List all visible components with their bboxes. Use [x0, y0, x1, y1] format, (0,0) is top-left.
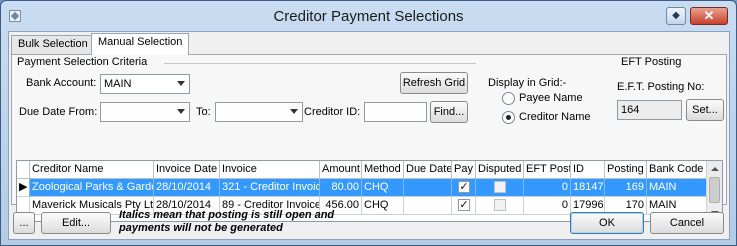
disputed-checkbox[interactable]	[494, 199, 506, 211]
cell-creditor-name[interactable]: Zoological Parks & Gardens	[30, 179, 154, 197]
eft-posting-no-field: 164	[617, 100, 682, 120]
column-header-invoice-date[interactable]: Invoice Date	[154, 161, 220, 179]
scroll-thumb[interactable]	[709, 177, 720, 203]
cell-disputed[interactable]	[476, 197, 524, 215]
due-date-to-picker[interactable]	[215, 102, 303, 122]
cell-eft-post[interactable]: 0	[524, 197, 571, 215]
edit-button[interactable]: Edit...	[41, 212, 111, 234]
bank-account-select[interactable]: MAIN	[100, 74, 190, 94]
more-options-button[interactable]: ...	[13, 212, 35, 234]
find-button[interactable]: Find...	[430, 101, 468, 123]
window-title: Creditor Payment Selections	[273, 8, 464, 25]
tab-manual-selection[interactable]: Manual Selection	[91, 33, 190, 55]
column-header-posting[interactable]: Posting	[605, 161, 647, 179]
cell-disputed[interactable]	[476, 179, 524, 197]
close-button[interactable]: ✕	[690, 7, 728, 25]
cell-id[interactable]: 18147	[571, 179, 605, 197]
pay-checkbox[interactable]: ✓	[458, 199, 470, 211]
cell-method[interactable]: CHQ	[362, 179, 404, 197]
due-date-from-label: Due Date From:	[19, 106, 98, 118]
italics-note-line-2: payments will not be generated	[119, 222, 283, 234]
tab-bulk-selection[interactable]: Bulk Selection	[11, 35, 95, 54]
creditor-name-label[interactable]: Creditor Name	[519, 111, 591, 123]
column-header-eft-post[interactable]: EFT Post	[524, 161, 571, 179]
criteria-group-label: Payment Selection Criteria	[17, 56, 148, 68]
chevron-down-icon	[177, 81, 185, 86]
chevron-down-icon	[177, 109, 185, 114]
column-header-amount[interactable]: Amount	[320, 161, 362, 179]
cell-invoice[interactable]: 321 - Creditor Invoice	[220, 179, 320, 197]
cell-posting[interactable]: 169	[605, 179, 647, 197]
title-bar[interactable]: Creditor Payment Selections ◆ ✕	[1, 1, 736, 31]
eft-group-label: EFT Posting	[621, 56, 682, 68]
set-eft-posting-button[interactable]: Set...	[686, 99, 724, 121]
payee-name-label[interactable]: Payee Name	[519, 92, 583, 104]
cell-due-date[interactable]	[404, 179, 452, 197]
restore-button[interactable]: ◆	[666, 7, 686, 25]
cancel-button[interactable]: Cancel	[650, 212, 724, 234]
table-row[interactable]: ▶ Zoological Parks & Gardens 28/10/2014 …	[17, 179, 707, 197]
manual-selection-panel: Payment Selection Criteria Bank Account:…	[11, 54, 727, 222]
column-header-pay[interactable]: Pay	[452, 161, 476, 179]
ok-button[interactable]: OK	[570, 212, 644, 234]
italics-note: Italics mean that posting is still open …	[119, 209, 334, 235]
bank-account-label: Bank Account:	[26, 77, 97, 89]
cell-method[interactable]: CHQ	[362, 197, 404, 215]
current-row-indicator-icon: ▶	[17, 179, 30, 197]
column-header-disputed[interactable]: Disputed	[476, 161, 524, 179]
column-header-bank-code[interactable]: Bank Code	[647, 161, 707, 179]
due-date-from-picker[interactable]	[100, 102, 190, 122]
display-in-grid-label: Display in Grid:-	[488, 77, 567, 89]
eft-posting-no-label: E.F.T. Posting No:	[617, 81, 705, 93]
column-header-due-date[interactable]: Due Date	[404, 161, 452, 179]
dialog-window: Creditor Payment Selections ◆ ✕ Bulk Sel…	[0, 0, 737, 246]
creditor-id-input[interactable]	[364, 102, 427, 122]
refresh-grid-button[interactable]: Refresh Grid	[400, 72, 468, 94]
disputed-checkbox[interactable]	[494, 181, 506, 193]
payee-name-radio[interactable]	[502, 92, 515, 105]
italics-note-line-1: Italics mean that posting is still open …	[119, 209, 335, 221]
cell-bank-code[interactable]: MAIN	[647, 179, 707, 197]
column-header-invoice[interactable]: Invoice	[220, 161, 320, 179]
column-header-method[interactable]: Method	[362, 161, 404, 179]
cell-pay[interactable]: ✓	[452, 179, 476, 197]
row-indicator-header	[17, 161, 30, 179]
creditor-name-radio[interactable]	[502, 111, 515, 124]
bank-account-value: MAIN	[104, 78, 132, 90]
cell-pay[interactable]: ✓	[452, 197, 476, 215]
column-header-id[interactable]: ID	[571, 161, 605, 179]
chevron-down-icon	[290, 109, 298, 114]
creditor-id-label: Creditor ID:	[304, 106, 361, 118]
criteria-group-divider	[164, 63, 476, 64]
pay-checkbox[interactable]: ✓	[458, 181, 470, 193]
dialog-client-area: Bulk Selection Manual Selection Payment …	[8, 31, 730, 240]
column-header-creditor-name[interactable]: Creditor Name	[30, 161, 154, 179]
cell-due-date[interactable]	[404, 197, 452, 215]
cell-eft-post[interactable]: 0	[524, 179, 571, 197]
cell-invoice-date[interactable]: 28/10/2014	[154, 179, 220, 197]
due-date-to-label: To:	[196, 106, 211, 118]
scroll-up-icon[interactable]	[711, 167, 719, 171]
cell-amount[interactable]: 80.00	[320, 179, 362, 197]
